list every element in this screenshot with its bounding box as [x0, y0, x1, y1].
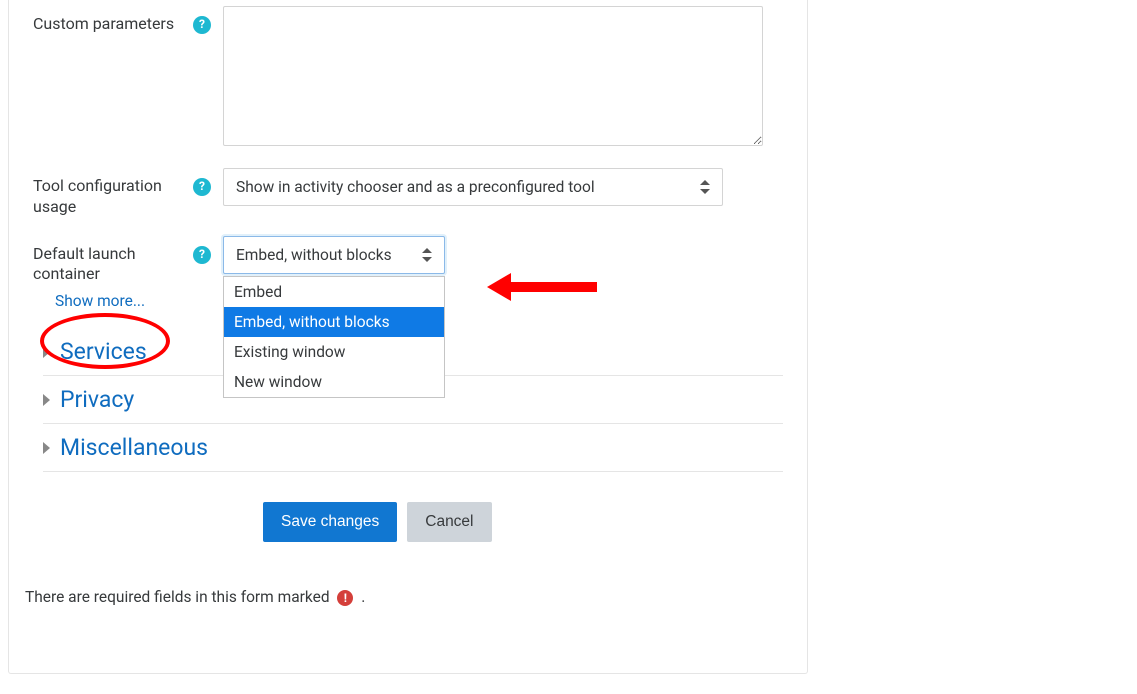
section-misc-label: Miscellaneous — [60, 434, 208, 461]
label-default-launch: Default launch container — [33, 244, 183, 286]
caret-right-icon — [43, 394, 50, 406]
dropdown-option-embed[interactable]: Embed — [224, 277, 444, 307]
row-tool-cfg-usage: Tool configuration usage ? Show in activ… — [33, 168, 783, 218]
label-custom-params: Custom parameters — [33, 14, 174, 35]
caret-right-icon — [43, 346, 50, 358]
help-icon[interactable]: ? — [193, 178, 211, 196]
section-services-label: Services — [60, 338, 147, 365]
tool-cfg-usage-value: Show in activity chooser and as a precon… — [236, 178, 595, 196]
section-misc[interactable]: Miscellaneous — [43, 424, 783, 472]
dropdown-option-new-window[interactable]: New window — [224, 367, 444, 397]
chevron-updown-icon — [422, 248, 432, 262]
required-note-suffix: . — [361, 588, 365, 606]
section-privacy-label: Privacy — [60, 386, 134, 413]
help-icon[interactable]: ? — [193, 16, 211, 34]
cancel-button[interactable]: Cancel — [407, 502, 491, 542]
default-launch-select[interactable]: Embed, without blocks — [223, 236, 445, 274]
row-custom-params: Custom parameters ? — [33, 0, 783, 150]
save-button[interactable]: Save changes — [263, 502, 397, 542]
dropdown-option-embed-without-blocks[interactable]: Embed, without blocks — [224, 307, 444, 337]
dropdown-option-existing-window[interactable]: Existing window — [224, 337, 444, 367]
custom-params-textarea[interactable] — [223, 6, 763, 146]
chevron-updown-icon — [700, 180, 710, 194]
label-tool-cfg-usage: Tool configuration usage — [33, 176, 183, 218]
required-note: There are required fields in this form m… — [9, 566, 807, 614]
help-icon[interactable]: ? — [193, 246, 211, 264]
caret-right-icon — [43, 442, 50, 454]
show-more-link[interactable]: Show more... — [55, 292, 145, 310]
form-card: Custom parameters ? Tool configuration u… — [8, 0, 808, 674]
row-default-launch: Default launch container ? Embed, withou… — [33, 236, 783, 286]
default-launch-dropdown: Embed Embed, without blocks Existing win… — [223, 276, 445, 398]
required-note-prefix: There are required fields in this form m… — [25, 588, 333, 606]
required-icon: ! — [337, 590, 353, 606]
tool-cfg-usage-select[interactable]: Show in activity chooser and as a precon… — [223, 168, 723, 206]
default-launch-value: Embed, without blocks — [236, 246, 392, 264]
